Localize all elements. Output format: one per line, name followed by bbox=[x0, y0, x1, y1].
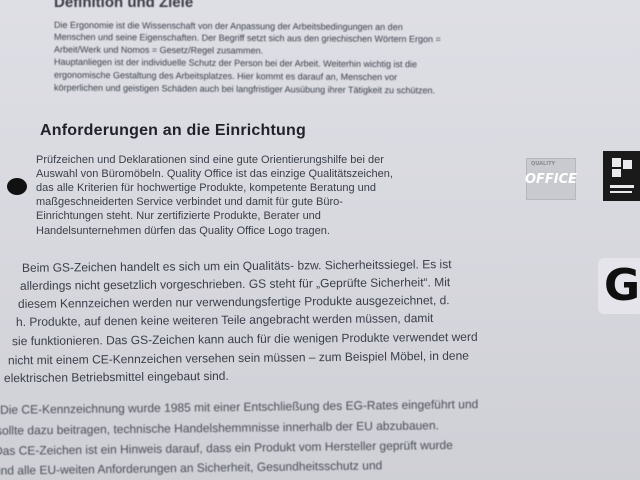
certification-stamp-icon bbox=[603, 151, 640, 201]
text-line: körperlichen und geistigen Schäden auch … bbox=[53, 82, 436, 96]
text-line: ergonomische Gestaltung des Arbeitsplatz… bbox=[53, 69, 398, 83]
text-line: Einrichtungen steht. Nur zertifizierte P… bbox=[36, 210, 321, 222]
text-line: Handelsunternehmen dürfen das Quality Of… bbox=[36, 225, 330, 237]
text-line: das alle Kriterien für hochwertige Produ… bbox=[36, 182, 376, 194]
text-line: Menschen und seine Eigenschaften. Der Be… bbox=[53, 31, 441, 45]
text-line: und alle EU-weiten Anforderungen an Sich… bbox=[0, 458, 383, 478]
text-line: h. Produkte, auf denen keine weiteren Te… bbox=[15, 310, 434, 330]
text-line: Die CE-Kennzeichnung wurde 1985 mit eine… bbox=[0, 397, 479, 417]
text-line: Prüfzeichen und Deklarationen sind eine … bbox=[36, 154, 384, 166]
top-heading: Definition und Ziele bbox=[54, 0, 194, 11]
text-line: Arbeit/Werk und Nomos = Gesetz/Regel zus… bbox=[53, 44, 264, 56]
quality-office-logo: QUALITY OFFICE bbox=[524, 158, 578, 200]
gs-logo: G bbox=[598, 258, 640, 314]
bullet-dot bbox=[7, 178, 27, 195]
text-line: Auswahl von Büromöbeln. Quality Office i… bbox=[36, 168, 393, 180]
text-line: nicht mit einem CE-Kennzeichen versehen … bbox=[7, 348, 469, 368]
text-line: Hauptanliegen ist der individuelle Schut… bbox=[53, 56, 418, 70]
document-page: Definition und Ziele Die Ergonomie ist d… bbox=[0, 0, 640, 480]
text-line: Die Ergonomie ist die Wissenschaft von d… bbox=[53, 19, 403, 33]
section-heading: Anforderungen an die Einrichtung bbox=[40, 122, 306, 139]
text-line: maßgeschneiderten Service verbindet und … bbox=[36, 196, 343, 208]
quality-office-logo-text: OFFICE bbox=[524, 171, 578, 187]
text-line: Das CE-Zeichen ist ein Hinweis darauf, d… bbox=[0, 437, 453, 459]
gs-logo-mark: G bbox=[604, 260, 640, 311]
quality-office-small-text: QUALITY bbox=[531, 161, 556, 167]
text-line: sie funktionieren. Das GS-Zeichen kann a… bbox=[11, 329, 478, 349]
text-line: elektrischen Betriebsmittel eingebaut si… bbox=[3, 368, 229, 386]
